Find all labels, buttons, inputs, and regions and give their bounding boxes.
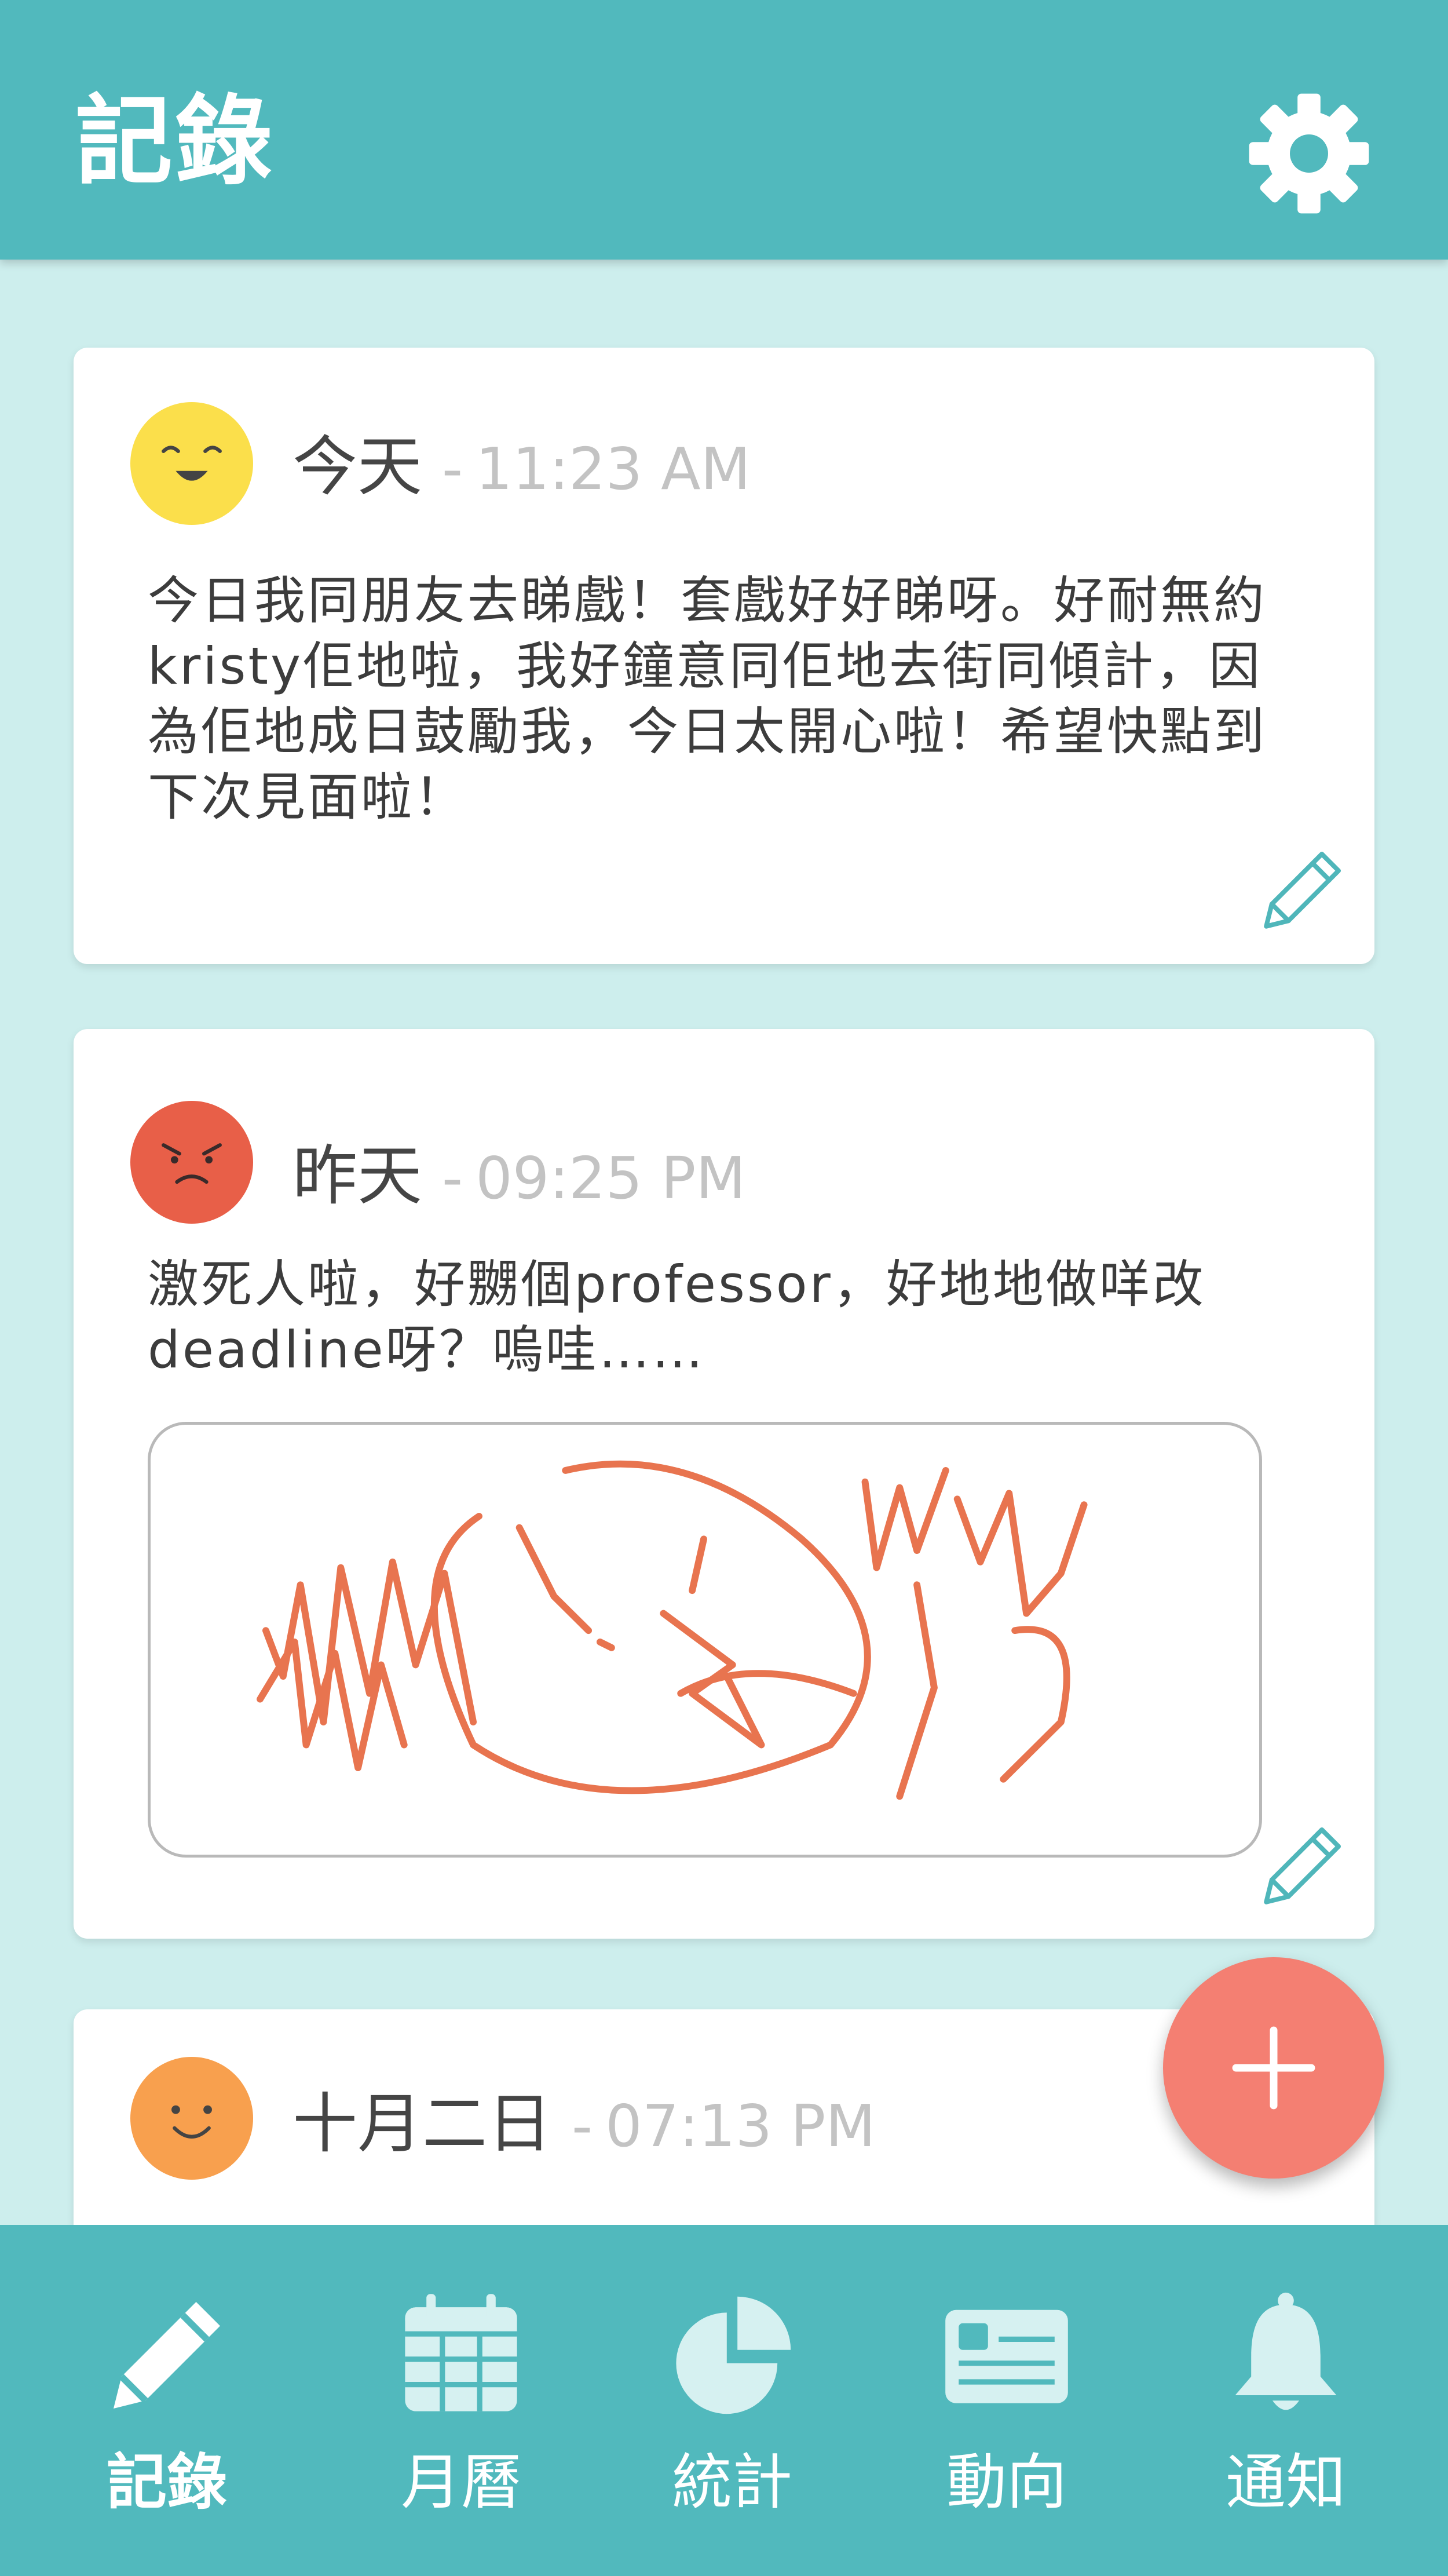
id-card-icon [940,2289,1073,2422]
calendar-icon [394,2289,528,2422]
nav-item-notifications[interactable]: 通知 [1141,2225,1431,2576]
entry-separator: - [442,1144,463,1212]
smile-face-icon [130,2057,253,2180]
nav-label: 記錄 [106,2447,227,2517]
pencil-icon[interactable] [1255,845,1348,937]
pie-chart-icon [666,2289,799,2422]
nav-label: 動向 [946,2447,1067,2517]
entry-separator: - [442,435,463,503]
bottom-nav: 記錄 月曆 統計 動向 通知 [0,2225,1448,2576]
entry-card[interactable]: 昨天 -09:25 PM 激死人啦，好嬲個professor，好地地做咩改dead… [74,1029,1374,1939]
entry-day: 昨天 [292,1139,422,1214]
entry-day: 今天 [292,429,422,505]
nav-label: 通知 [1225,2447,1346,2517]
entry-separator: - [572,2092,593,2160]
entry-time: 07:13 PM [605,2092,876,2160]
entry-day: 十月二日 [292,2086,552,2162]
entry-time: 09:25 PM [476,1144,746,1212]
nav-item-records[interactable]: 記錄 [22,2225,312,2576]
pencil-icon[interactable] [1255,1820,1348,1913]
nav-item-activity[interactable]: 動向 [862,2225,1151,2576]
entry-text: 今日我同朋友去睇戲！套戲好好睇呀。好耐無約kristy佢地啦，我好鐘意同佢地去街… [148,571,1267,827]
nav-label: 月曆 [400,2447,521,2517]
plus-icon [1232,2026,1315,2110]
sketch-drawing[interactable] [148,1422,1262,1858]
entry-header: 昨天 -09:25 PM [292,1144,746,1209]
app-bar: 記錄 [0,0,1448,260]
gear-icon[interactable] [1245,90,1373,217]
angry-face-icon [130,1101,253,1224]
entry-time: 11:23 AM [476,435,751,503]
pencil-icon [100,2289,233,2422]
nav-label: 統計 [671,2447,792,2517]
entry-header: 今天 -11:23 AM [292,435,751,499]
bell-icon [1219,2289,1352,2422]
nav-item-calendar[interactable]: 月曆 [316,2225,606,2576]
entry-card[interactable]: 今天 -11:23 AM 今日我同朋友去睇戲！套戲好好睇呀。好耐無約kristy佢… [74,348,1374,964]
page-title: 記錄 [75,85,275,198]
happy-face-icon [130,402,253,525]
entry-header: 十月二日 -07:13 PM [292,2092,876,2157]
nav-item-statistics[interactable]: 統計 [587,2225,877,2576]
entry-text: 激死人啦，好嬲個professor，好地地做咩改deadline呀？嗚哇…… [148,1254,1206,1380]
add-entry-button[interactable] [1163,1957,1384,2179]
